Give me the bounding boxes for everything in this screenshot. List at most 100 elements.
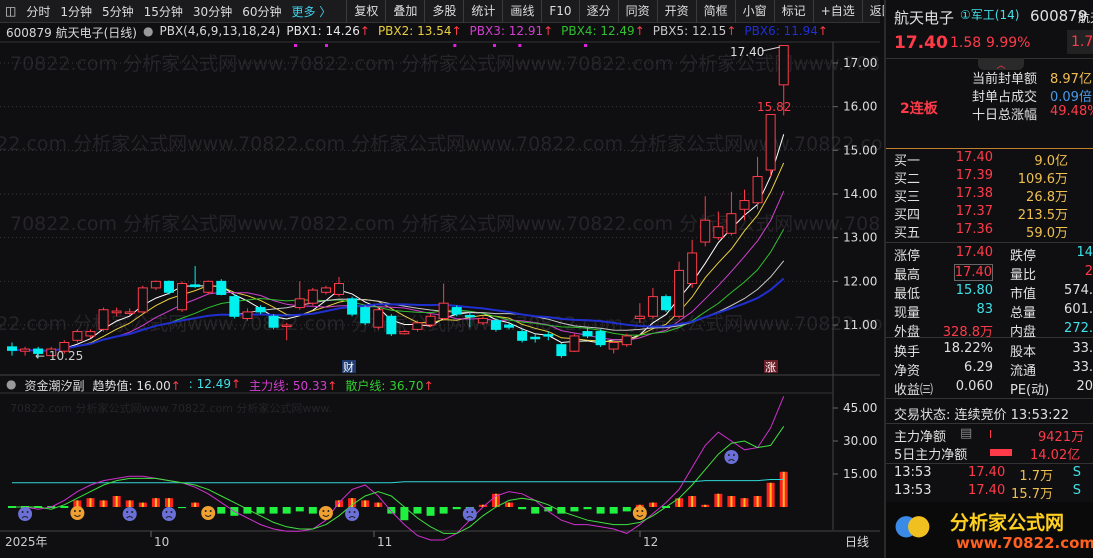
candle (334, 276, 344, 297)
bid-volume: 109.6万 (1017, 172, 1068, 187)
zhang-badge[interactable]: 涨 (765, 361, 776, 374)
btn-kaizi[interactable]: 开资 (656, 0, 696, 23)
btn-minute[interactable]: 逐分 (578, 0, 618, 23)
sub-bar-highlight (154, 498, 157, 507)
candle (556, 342, 567, 358)
candle (203, 280, 214, 295)
candle (320, 285, 331, 295)
btn-stats[interactable]: 统计 (463, 0, 502, 23)
btn-tongzi[interactable]: 同资 (617, 0, 657, 23)
signal-dot (325, 44, 328, 47)
candle-body (137, 287, 148, 313)
cai-badge[interactable]: 财 (343, 360, 354, 374)
period-2[interactable]: 1分钟 (55, 3, 97, 20)
retail-line-value: 散户线: 36.70↑ (345, 379, 434, 393)
price-tick: 13.00 (843, 231, 877, 245)
period-6[interactable]: 60分钟 (237, 3, 286, 20)
bid-volume: 59.0万 (1026, 226, 1068, 241)
bid-price: 17.37 (955, 204, 993, 219)
sub-dropdown[interactable]: ● (6, 377, 16, 394)
sub-bar (256, 507, 265, 514)
period-5[interactable]: 30分钟 (188, 3, 237, 20)
candle-body (608, 341, 619, 350)
sub-bar-highlight (691, 496, 694, 507)
stat-value: 15.80 (955, 283, 993, 298)
sub-bar (439, 507, 448, 514)
candle-body (778, 45, 789, 86)
candle (98, 307, 109, 332)
sub-bar-highlight (167, 498, 170, 507)
candle-body (569, 335, 580, 352)
candle-body (647, 296, 658, 317)
candle-body (634, 315, 645, 319)
tick-volume: 1.7万 (1019, 469, 1053, 484)
smile-face-icon (70, 506, 85, 520)
pbx-value-3: PBX3: 12.91↑ (469, 24, 554, 38)
related-price[interactable]: 1.79 (1067, 30, 1093, 54)
candle-body (203, 280, 214, 293)
more-button[interactable]: 更多 〉 (286, 3, 336, 20)
period-1[interactable]: 分时 (21, 3, 55, 20)
candle (661, 294, 671, 312)
bid-price: 17.40 (955, 150, 993, 165)
tick-side: S (1072, 465, 1081, 480)
stat-value: 601. (1064, 302, 1093, 317)
stat-value: 272. (1064, 321, 1093, 336)
stat-label: 换手 (894, 345, 921, 360)
related-name[interactable]: 航天 (1078, 9, 1093, 26)
btn-small-window[interactable]: 小窗 (734, 0, 774, 23)
stat-value: 14 (1076, 245, 1093, 260)
smile-face-icon (201, 506, 216, 520)
pct-change: 9.99% (986, 35, 1031, 51)
sector-tag[interactable]: ①军工(14) (960, 6, 1019, 23)
seal-label: 当前封单额 (972, 72, 1038, 87)
tick-row: 13:53 17.40 1.7万 S (894, 465, 1093, 484)
candle-body (294, 298, 305, 309)
price-tick: 14.00 (843, 187, 877, 201)
candle-body (726, 213, 737, 234)
btn-draw[interactable]: 画线 (502, 0, 541, 23)
indicator-dropdown[interactable]: ● (143, 24, 153, 41)
btn-overlay[interactable]: 叠加 (385, 0, 424, 23)
candle-body (163, 280, 174, 293)
sub-bar-highlight (508, 502, 511, 507)
period-label[interactable]: 日线 (845, 535, 869, 549)
stat-label: PE(动) (1010, 383, 1050, 398)
btn-mark[interactable]: 标记 (773, 0, 813, 23)
indicator-name[interactable]: PBX(4,6,9,13,18,24) (159, 24, 280, 41)
sad-face-icon (724, 450, 739, 464)
candle (268, 314, 279, 330)
candle (595, 329, 606, 347)
list-icon[interactable]: ▤ (960, 426, 972, 441)
stat-label: 现量 (894, 306, 921, 321)
tick-volume: 15.7万 (1011, 487, 1053, 502)
candle (765, 114, 776, 177)
stock-name: 航天电子 (894, 9, 955, 27)
btn-f10[interactable]: F10 (541, 0, 578, 23)
sub-title[interactable]: 资金潮汐副 (24, 377, 84, 394)
sub-bar (308, 507, 317, 514)
candle-body (765, 114, 776, 171)
sad-face-icon (122, 507, 137, 521)
panel-toggle-icon[interactable]: ◫ (0, 4, 21, 18)
sub-bar (60, 506, 69, 508)
candle-body (556, 344, 567, 357)
candle-body (85, 331, 96, 337)
btn-add-watch[interactable]: +自选 (812, 0, 862, 23)
candle-body (464, 314, 475, 318)
sub-bar (518, 507, 527, 510)
tick-time: 13:53 (894, 465, 932, 480)
five-day-flow-value: 14.02亿 (1030, 448, 1081, 463)
candle (294, 281, 305, 310)
sub-bar-highlight (194, 502, 197, 507)
period-3[interactable]: 5分钟 (97, 3, 139, 20)
btn-fuquan[interactable]: 复权 (346, 0, 385, 23)
sub-tick: 15.00 (843, 467, 877, 481)
kline-chart[interactable]: 70822.com 分析家公式网www.70822.com 分析家公式网www.… (0, 0, 882, 558)
tick-row: 13:53 17.40 15.7万 S (894, 483, 1093, 502)
period-4[interactable]: 15分钟 (139, 3, 188, 20)
sad-face-icon (161, 507, 176, 521)
btn-multi[interactable]: 多股 (424, 0, 463, 23)
candle-body (477, 317, 488, 324)
btn-simple[interactable]: 简框 (695, 0, 735, 23)
